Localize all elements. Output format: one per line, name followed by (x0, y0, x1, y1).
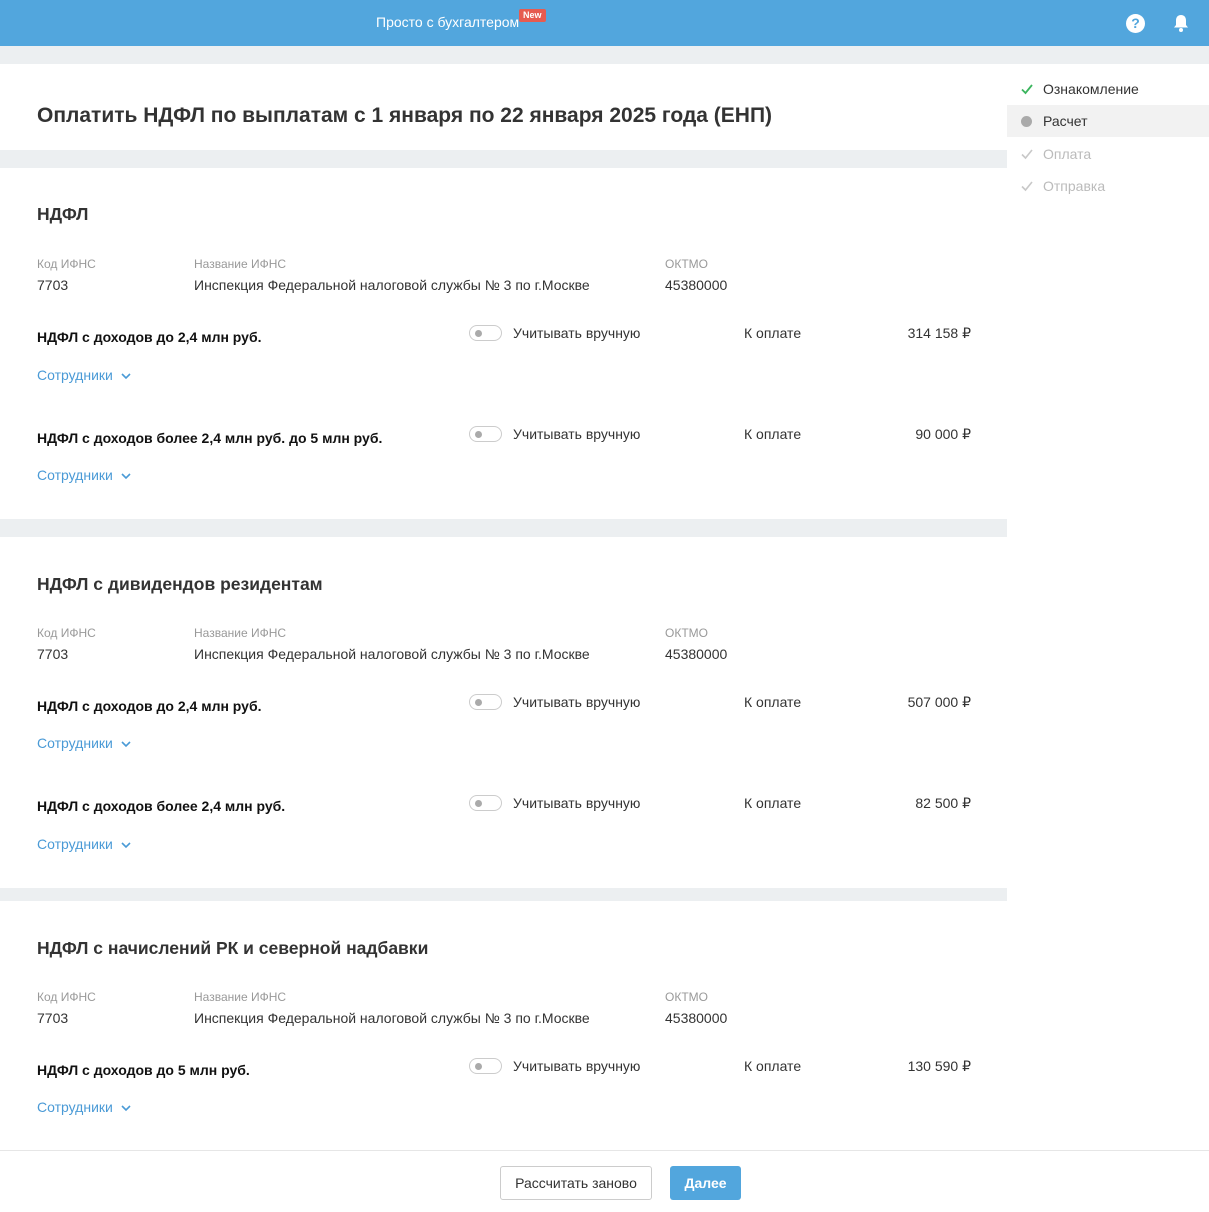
step-calculation[interactable]: Расчет (1007, 105, 1209, 137)
oktmo-value: 45380000 (665, 277, 728, 293)
tax-section-ndfl: НДФЛ Код ИФНС Название ИФНС ОКТМО 7703 И… (0, 168, 1007, 519)
tax-row-name: НДФЛ с доходов более 2,4 млн руб. (37, 798, 286, 814)
step-introduction[interactable]: Ознакомление (1007, 73, 1209, 105)
steps-sidebar: Ознакомление Расчет Оплата Отправка (1007, 64, 1209, 892)
page-header: Оплатить НДФЛ по выплатам с 1 января по … (0, 64, 1007, 150)
employees-toggle[interactable]: Сотрудники (37, 735, 131, 751)
help-icon[interactable]: ? (1126, 14, 1145, 33)
code-ifns-label: Код ИФНС (37, 257, 96, 271)
amount-value: 90 000 ₽ (915, 426, 971, 442)
manual-toggle[interactable] (469, 795, 502, 811)
brand-link[interactable]: Просто с бухгалтером (376, 14, 519, 30)
current-step-dot-icon (1021, 116, 1032, 127)
page-title: Оплатить НДФЛ по выплатам с 1 января по … (37, 104, 773, 127)
code-ifns-value: 7703 (37, 1010, 69, 1026)
employees-toggle[interactable]: Сотрудники (37, 836, 131, 852)
chevron-down-icon (121, 373, 131, 380)
step-sending[interactable]: Отправка (1007, 170, 1209, 202)
amount-value: 314 158 ₽ (907, 325, 971, 341)
code-ifns-label: Код ИФНС (37, 626, 96, 640)
name-ifns-label: Название ИФНС (194, 257, 287, 271)
oktmo-label: ОКТМО (665, 990, 708, 1004)
employees-label: Сотрудники (37, 467, 113, 483)
name-ifns-label: Название ИФНС (194, 990, 287, 1004)
chevron-down-icon (121, 473, 131, 480)
step-label: Ознакомление (1043, 81, 1139, 97)
tax-section-rk: НДФЛ с начислений РК и северной надбавки… (0, 901, 1007, 1150)
name-ifns-value: Инспекция Федеральной налоговой службы №… (194, 1010, 590, 1026)
employees-label: Сотрудники (37, 1099, 113, 1115)
step-label: Отправка (1043, 178, 1106, 194)
check-icon (1021, 181, 1033, 192)
tax-row-name: НДФЛ с доходов до 5 млн руб. (37, 1062, 250, 1078)
tax-row-name: НДФЛ с доходов до 2,4 млн руб. (37, 329, 262, 345)
oktmo-label: ОКТМО (665, 626, 708, 640)
manual-toggle[interactable] (469, 1058, 502, 1074)
to-pay-label: К оплате (744, 426, 802, 442)
employees-label: Сотрудники (37, 836, 113, 852)
to-pay-label: К оплате (744, 1058, 802, 1074)
bell-icon[interactable] (1171, 13, 1191, 33)
name-ifns-value: Инспекция Федеральной налоговой службы №… (194, 646, 590, 662)
recalculate-button[interactable]: Рассчитать заново (500, 1166, 652, 1200)
oktmo-value: 45380000 (665, 646, 728, 662)
oktmo-label: ОКТМО (665, 257, 708, 271)
amount-value: 130 590 ₽ (907, 1058, 971, 1074)
to-pay-label: К оплате (744, 795, 802, 811)
code-ifns-value: 7703 (37, 646, 69, 662)
section-title: НДФЛ с дивидендов резидентам (37, 574, 323, 594)
employees-toggle[interactable]: Сотрудники (37, 1099, 131, 1115)
tax-row-name: НДФЛ с доходов более 2,4 млн руб. до 5 м… (37, 430, 383, 446)
chevron-down-icon (121, 741, 131, 748)
check-icon (1021, 84, 1033, 95)
employees-label: Сотрудники (37, 735, 113, 751)
check-icon (1021, 149, 1033, 160)
tax-section-dividends: НДФЛ с дивидендов резидентам Код ИФНС На… (0, 537, 1007, 888)
amount-value: 507 000 ₽ (907, 694, 971, 710)
manual-toggle-label: Учитывать вручную (513, 1058, 641, 1074)
step-label: Оплата (1043, 146, 1092, 162)
chevron-down-icon (121, 1105, 131, 1112)
to-pay-label: К оплате (744, 694, 802, 710)
manual-toggle-label: Учитывать вручную (513, 426, 641, 442)
employees-toggle[interactable]: Сотрудники (37, 467, 131, 483)
name-ifns-label: Название ИФНС (194, 626, 287, 640)
manual-toggle-label: Учитывать вручную (513, 325, 641, 341)
manual-toggle[interactable] (469, 694, 502, 710)
manual-toggle[interactable] (469, 426, 502, 442)
section-title: НДФЛ с начислений РК и северной надбавки (37, 938, 429, 958)
step-label: Расчет (1043, 113, 1088, 129)
chevron-down-icon (121, 842, 131, 849)
manual-toggle-label: Учитывать вручную (513, 795, 641, 811)
name-ifns-value: Инспекция Федеральной налоговой службы №… (194, 277, 590, 293)
tax-row-name: НДФЛ с доходов до 2,4 млн руб. (37, 698, 262, 714)
step-payment[interactable]: Оплата (1007, 138, 1209, 170)
section-title: НДФЛ (37, 204, 89, 224)
sidebar-filler (1007, 892, 1209, 1150)
main-content: Оплатить НДФЛ по выплатам с 1 января по … (0, 46, 1007, 1150)
manual-toggle[interactable] (469, 325, 502, 341)
top-bar: Просто с бухгалтером New ? (0, 0, 1209, 46)
footer-bar: Рассчитать заново Далее (0, 1150, 1209, 1212)
code-ifns-label: Код ИФНС (37, 990, 96, 1004)
next-button[interactable]: Далее (670, 1166, 741, 1200)
new-badge: New (519, 9, 546, 22)
code-ifns-value: 7703 (37, 277, 69, 293)
to-pay-label: К оплате (744, 325, 802, 341)
amount-value: 82 500 ₽ (915, 795, 971, 811)
manual-toggle-label: Учитывать вручную (513, 694, 641, 710)
oktmo-value: 45380000 (665, 1010, 728, 1026)
employees-toggle[interactable]: Сотрудники (37, 367, 131, 383)
employees-label: Сотрудники (37, 367, 113, 383)
